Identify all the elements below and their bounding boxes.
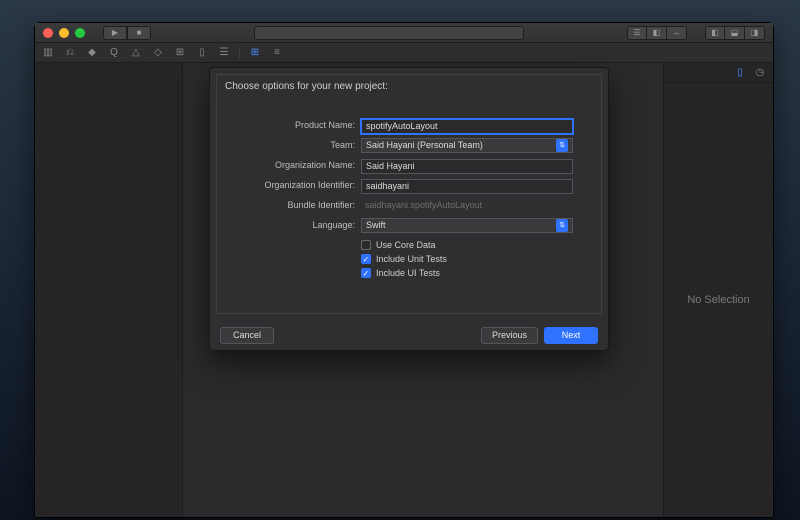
issue-nav-icon[interactable]: △ bbox=[129, 46, 143, 60]
minimize-icon[interactable] bbox=[59, 28, 69, 38]
report-nav-icon[interactable]: ☰ bbox=[217, 46, 231, 60]
panel-left-icon[interactable]: ◧ bbox=[705, 26, 725, 40]
test-nav-icon[interactable]: ◇ bbox=[151, 46, 165, 60]
chevron-updown-icon: ⇅ bbox=[556, 219, 568, 232]
unit-tests-label: Include Unit Tests bbox=[376, 254, 447, 264]
bundle-id-label: Bundle Identifier: bbox=[245, 200, 355, 210]
language-select-value: Swift bbox=[366, 220, 386, 230]
zoom-icon[interactable] bbox=[75, 28, 85, 38]
org-name-input[interactable] bbox=[361, 159, 573, 174]
debug-nav-icon[interactable]: ⊞ bbox=[173, 46, 187, 60]
sheet-footer: Cancel Previous Next bbox=[210, 320, 608, 350]
inspector-placeholder: No Selection bbox=[687, 294, 749, 306]
language-label: Language: bbox=[245, 220, 355, 230]
traffic-lights bbox=[43, 28, 85, 38]
sheet-prompt: Choose options for your new project: bbox=[217, 75, 601, 92]
find-nav-icon[interactable]: Q bbox=[107, 46, 121, 60]
history-inspector-icon[interactable]: ◷ bbox=[753, 66, 767, 80]
project-nav-icon[interactable]: ▥ bbox=[41, 46, 55, 60]
project-options-form: Product Name: Team: Said Hayani (Persona… bbox=[217, 92, 601, 313]
editor-version-icon[interactable]: ↔ bbox=[667, 26, 687, 40]
ui-tests-checkbox[interactable]: ✓ bbox=[361, 268, 371, 278]
org-id-label: Organization Identifier: bbox=[245, 180, 355, 190]
core-data-checkbox[interactable] bbox=[361, 240, 371, 250]
hierarchy-icon[interactable]: ≡ bbox=[270, 46, 284, 60]
panel-bottom-icon[interactable]: ⬓ bbox=[725, 26, 745, 40]
breakpoint-nav-icon[interactable]: ▯ bbox=[195, 46, 209, 60]
product-name-label: Product Name: bbox=[245, 120, 355, 130]
source-nav-icon[interactable]: ⎌ bbox=[63, 46, 77, 60]
team-label: Team: bbox=[245, 140, 355, 150]
close-icon[interactable] bbox=[43, 28, 53, 38]
bundle-id-value: saidhayani.spotifyAutoLayout bbox=[361, 200, 573, 210]
xcode-window: ▶ ■ ☰ ◧ ↔ ◧ ⬓ ◨ ▥ ⎌ ◆ Q △ ◇ ⊞ ▯ ☰ ⊞ ≡ bbox=[34, 22, 774, 518]
product-name-input[interactable] bbox=[361, 119, 573, 134]
editor-assistant-icon[interactable]: ◧ bbox=[647, 26, 667, 40]
org-id-input[interactable] bbox=[361, 179, 573, 194]
team-select-value: Said Hayani (Personal Team) bbox=[366, 140, 483, 150]
run-button[interactable]: ▶ bbox=[103, 26, 127, 40]
library-icon[interactable]: ⊞ bbox=[248, 46, 262, 60]
core-data-label: Use Core Data bbox=[376, 240, 436, 250]
previous-button[interactable]: Previous bbox=[481, 327, 538, 344]
titlebar: ▶ ■ ☰ ◧ ↔ ◧ ⬓ ◨ bbox=[35, 23, 773, 43]
stop-button[interactable]: ■ bbox=[127, 26, 151, 40]
editor-standard-icon[interactable]: ☰ bbox=[627, 26, 647, 40]
navigator-toolbar: ▥ ⎌ ◆ Q △ ◇ ⊞ ▯ ☰ ⊞ ≡ bbox=[35, 43, 773, 63]
team-select[interactable]: Said Hayani (Personal Team) ⇅ bbox=[361, 138, 573, 153]
next-button[interactable]: Next bbox=[544, 327, 598, 344]
activity-bar bbox=[254, 26, 524, 40]
file-inspector-icon[interactable]: ▯ bbox=[733, 66, 747, 80]
inspector-pane: ▯ ◷ No Selection bbox=[663, 63, 773, 517]
new-project-sheet: Choose options for your new project: Pro… bbox=[209, 67, 609, 351]
panel-right-icon[interactable]: ◨ bbox=[745, 26, 765, 40]
language-select[interactable]: Swift ⇅ bbox=[361, 218, 573, 233]
navigator-pane bbox=[35, 63, 183, 517]
ui-tests-label: Include UI Tests bbox=[376, 268, 440, 278]
cancel-button[interactable]: Cancel bbox=[220, 327, 274, 344]
editor-canvas: Choose options for your new project: Pro… bbox=[183, 63, 663, 517]
unit-tests-checkbox[interactable]: ✓ bbox=[361, 254, 371, 264]
org-name-label: Organization Name: bbox=[245, 160, 355, 170]
chevron-updown-icon: ⇅ bbox=[556, 139, 568, 152]
symbol-nav-icon[interactable]: ◆ bbox=[85, 46, 99, 60]
